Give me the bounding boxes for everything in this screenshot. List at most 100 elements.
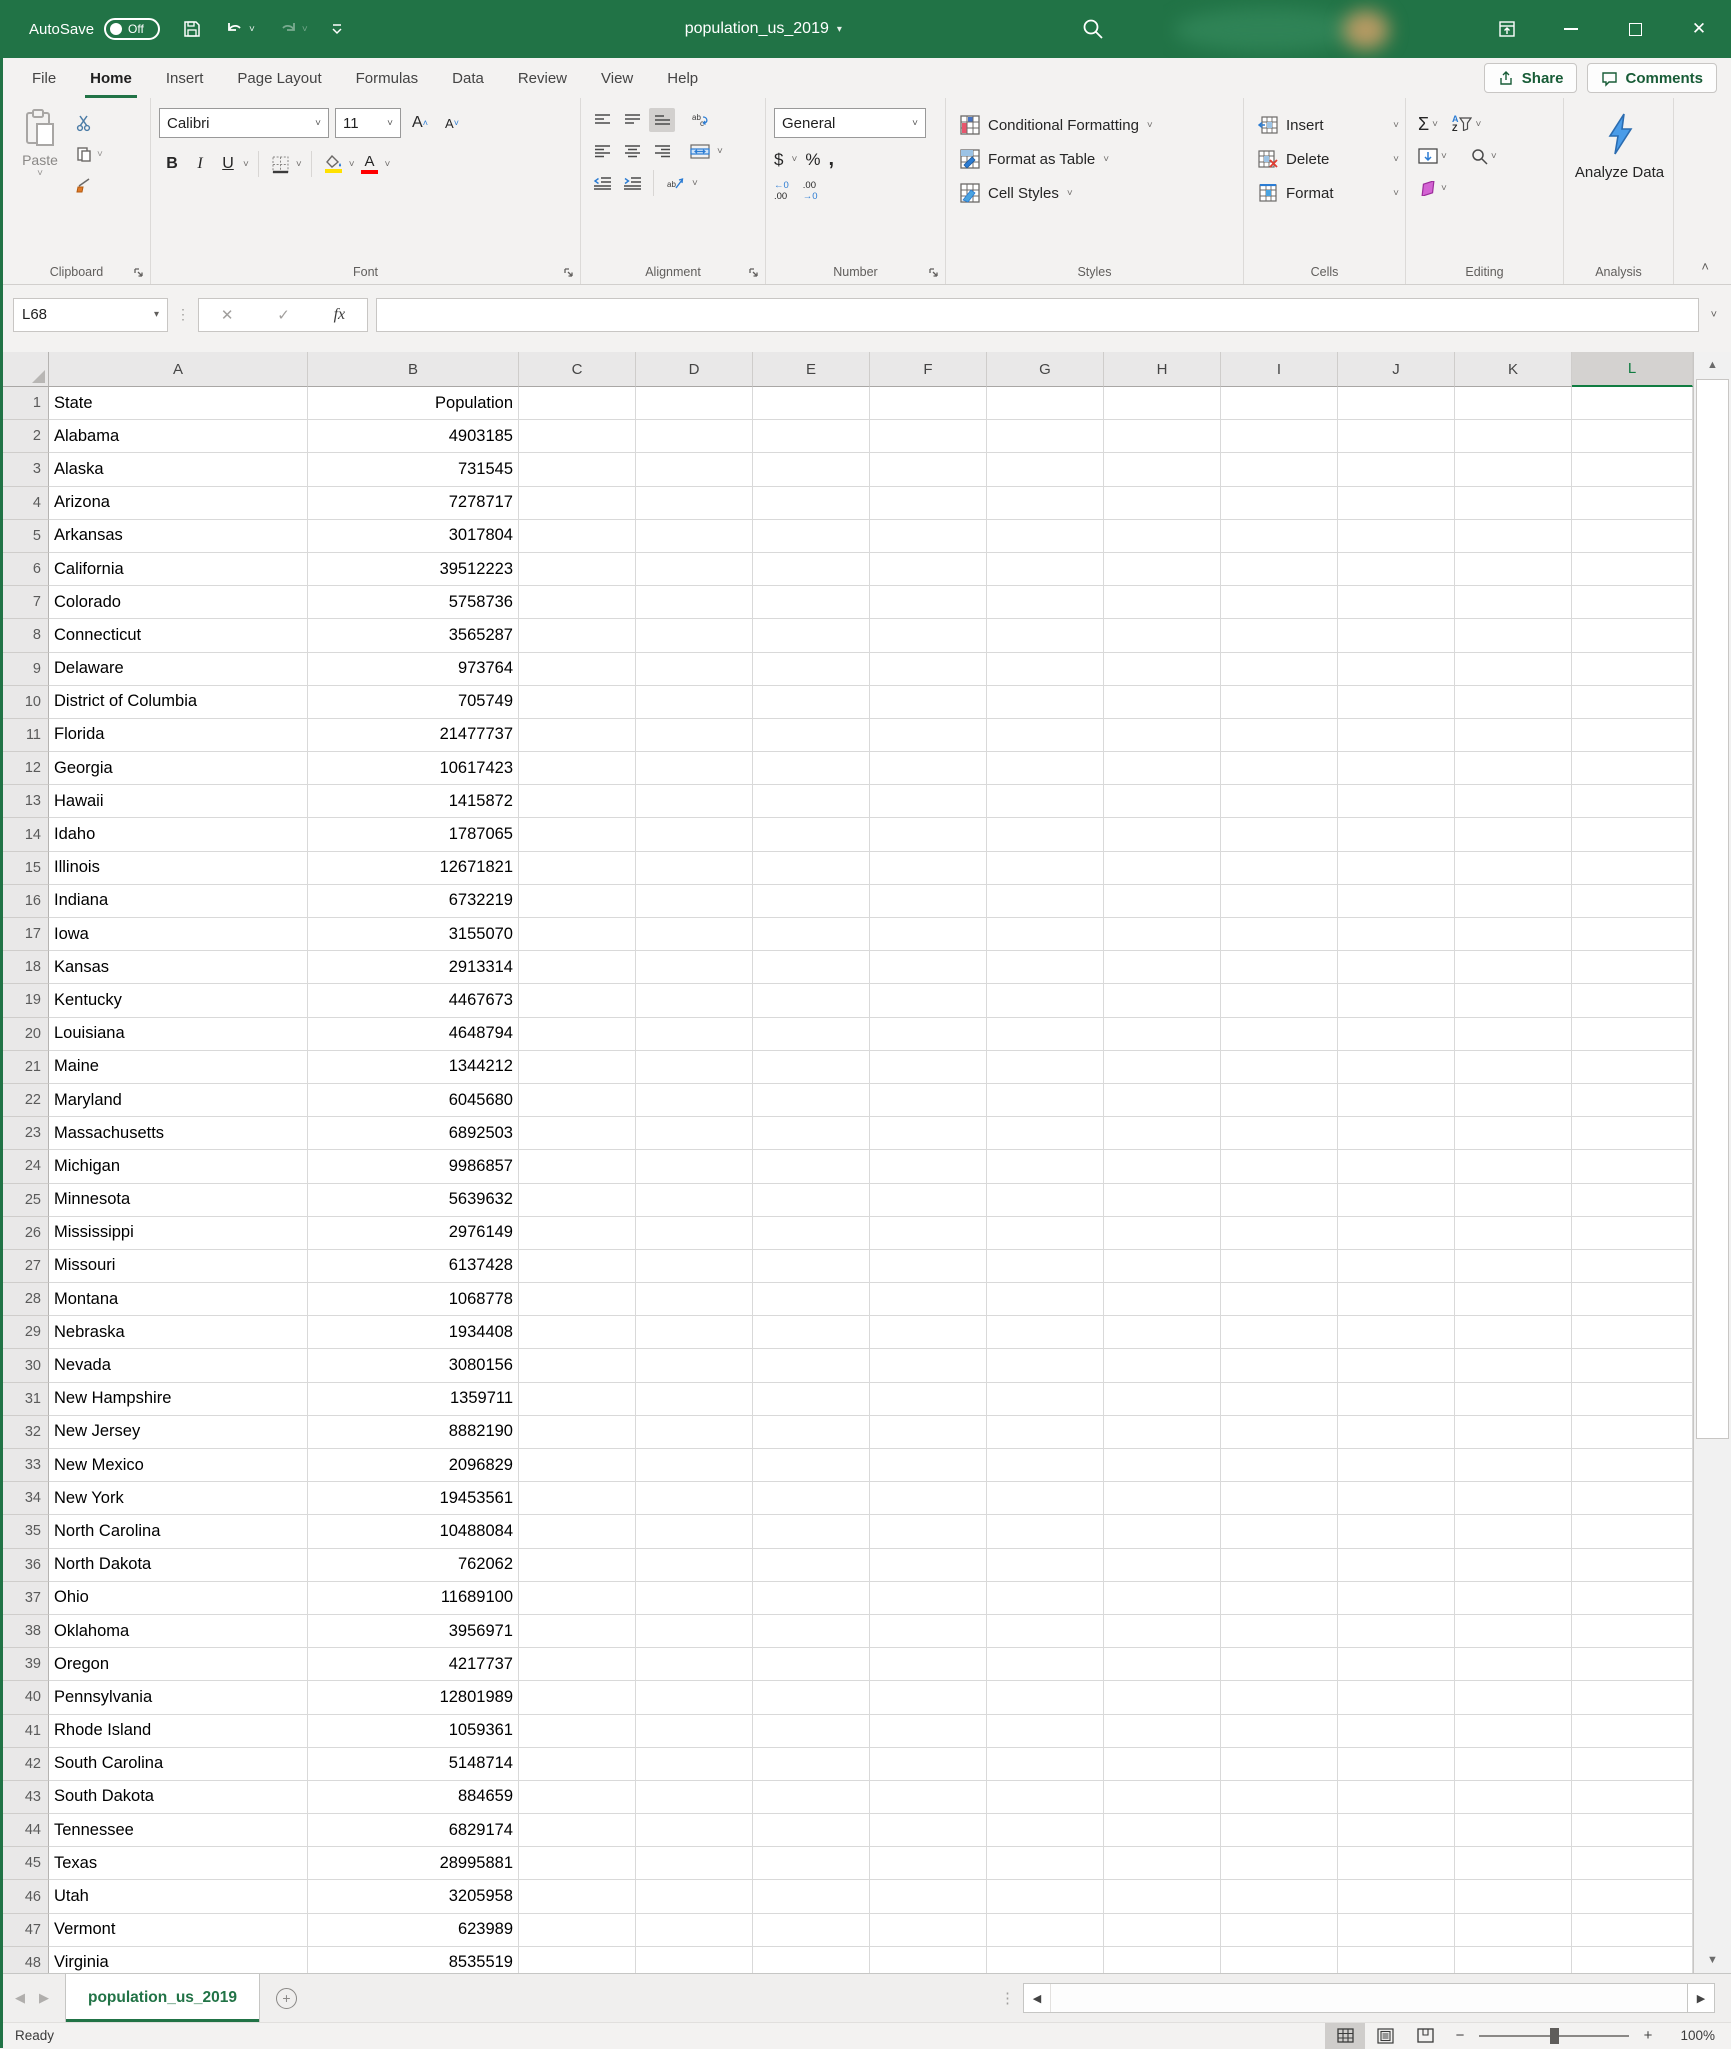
cell-l41[interactable] xyxy=(1572,1715,1693,1748)
tab-page-layout[interactable]: Page Layout xyxy=(220,58,338,98)
cell-c40[interactable] xyxy=(519,1681,636,1714)
cell-j37[interactable] xyxy=(1338,1582,1455,1615)
fill-color-button[interactable] xyxy=(321,150,347,178)
cell-c16[interactable] xyxy=(519,885,636,918)
cell-b35[interactable]: 10488084 xyxy=(308,1515,519,1548)
cell-l31[interactable] xyxy=(1572,1383,1693,1416)
cell-l43[interactable] xyxy=(1572,1781,1693,1814)
cell-k40[interactable] xyxy=(1455,1681,1572,1714)
page-break-preview-button[interactable] xyxy=(1405,2023,1445,2049)
cell-l2[interactable] xyxy=(1572,420,1693,453)
font-color-dropdown-icon[interactable]: ˅ xyxy=(385,159,391,170)
paste-dropdown-icon[interactable]: ˅ xyxy=(37,168,43,179)
cell-l16[interactable] xyxy=(1572,885,1693,918)
cell-l48[interactable] xyxy=(1572,1947,1693,1973)
cell-f33[interactable] xyxy=(870,1449,987,1482)
row-number-8[interactable]: 8 xyxy=(3,619,49,652)
cell-k27[interactable] xyxy=(1455,1250,1572,1283)
search-button[interactable] xyxy=(1081,17,1105,41)
formula-input[interactable] xyxy=(376,298,1699,332)
cell-l3[interactable] xyxy=(1572,453,1693,486)
cell-h2[interactable] xyxy=(1104,420,1221,453)
cell-f18[interactable] xyxy=(870,951,987,984)
row-number-16[interactable]: 16 xyxy=(3,885,49,918)
cell-e33[interactable] xyxy=(753,1449,870,1482)
cell-e44[interactable] xyxy=(753,1814,870,1847)
column-header-g[interactable]: G xyxy=(987,352,1104,387)
cell-j31[interactable] xyxy=(1338,1383,1455,1416)
cell-f43[interactable] xyxy=(870,1781,987,1814)
column-header-h[interactable]: H xyxy=(1104,352,1221,387)
cell-k38[interactable] xyxy=(1455,1615,1572,1648)
cell-d39[interactable] xyxy=(636,1648,753,1681)
cell-c11[interactable] xyxy=(519,719,636,752)
cell-g32[interactable] xyxy=(987,1416,1104,1449)
cell-f47[interactable] xyxy=(870,1914,987,1947)
cell-i37[interactable] xyxy=(1221,1582,1338,1615)
cell-h46[interactable] xyxy=(1104,1880,1221,1913)
cell-b1[interactable]: Population xyxy=(308,387,519,420)
borders-button[interactable] xyxy=(268,150,294,178)
cell-j14[interactable] xyxy=(1338,818,1455,851)
cell-d43[interactable] xyxy=(636,1781,753,1814)
cell-h44[interactable] xyxy=(1104,1814,1221,1847)
wrap-text-button[interactable]: abc xyxy=(687,108,713,132)
cell-e19[interactable] xyxy=(753,984,870,1017)
cell-a9[interactable]: Delaware xyxy=(49,653,308,686)
cell-h47[interactable] xyxy=(1104,1914,1221,1947)
row-number-13[interactable]: 13 xyxy=(3,785,49,818)
cell-d46[interactable] xyxy=(636,1880,753,1913)
cell-i31[interactable] xyxy=(1221,1383,1338,1416)
row-number-47[interactable]: 47 xyxy=(3,1914,49,1947)
cell-c43[interactable] xyxy=(519,1781,636,1814)
cell-b46[interactable]: 3205958 xyxy=(308,1880,519,1913)
column-header-i[interactable]: I xyxy=(1221,352,1338,387)
row-number-17[interactable]: 17 xyxy=(3,918,49,951)
previous-sheet-icon[interactable]: ◀ xyxy=(15,1990,25,2006)
cell-d23[interactable] xyxy=(636,1117,753,1150)
copy-dropdown-icon[interactable]: ˅ xyxy=(97,149,103,160)
cell-f10[interactable] xyxy=(870,686,987,719)
row-number-15[interactable]: 15 xyxy=(3,852,49,885)
cell-l29[interactable] xyxy=(1572,1316,1693,1349)
cell-j39[interactable] xyxy=(1338,1648,1455,1681)
cell-d18[interactable] xyxy=(636,951,753,984)
cell-e35[interactable] xyxy=(753,1515,870,1548)
cell-d36[interactable] xyxy=(636,1549,753,1582)
decrease-decimal-button[interactable]: .00 →0 xyxy=(803,181,818,203)
cell-e22[interactable] xyxy=(753,1084,870,1117)
cell-j34[interactable] xyxy=(1338,1482,1455,1515)
insert-cells-button[interactable]: Insert ˅ xyxy=(1258,108,1399,142)
cell-d34[interactable] xyxy=(636,1482,753,1515)
cell-e43[interactable] xyxy=(753,1781,870,1814)
bottom-align-button[interactable] xyxy=(649,108,675,132)
row-number-35[interactable]: 35 xyxy=(3,1515,49,1548)
cell-c20[interactable] xyxy=(519,1018,636,1051)
cell-h16[interactable] xyxy=(1104,885,1221,918)
cell-l46[interactable] xyxy=(1572,1880,1693,1913)
cell-g18[interactable] xyxy=(987,951,1104,984)
cell-f20[interactable] xyxy=(870,1018,987,1051)
row-number-7[interactable]: 7 xyxy=(3,586,49,619)
cell-f7[interactable] xyxy=(870,586,987,619)
cell-f24[interactable] xyxy=(870,1150,987,1183)
cell-k1[interactable] xyxy=(1455,387,1572,420)
cell-h11[interactable] xyxy=(1104,719,1221,752)
cell-a12[interactable]: Georgia xyxy=(49,752,308,785)
cell-i27[interactable] xyxy=(1221,1250,1338,1283)
cell-h35[interactable] xyxy=(1104,1515,1221,1548)
cell-l11[interactable] xyxy=(1572,719,1693,752)
cell-a4[interactable]: Arizona xyxy=(49,487,308,520)
cell-b2[interactable]: 4903185 xyxy=(308,420,519,453)
cell-a8[interactable]: Connecticut xyxy=(49,619,308,652)
cell-c27[interactable] xyxy=(519,1250,636,1283)
cell-b10[interactable]: 705749 xyxy=(308,686,519,719)
cell-j26[interactable] xyxy=(1338,1217,1455,1250)
cell-d38[interactable] xyxy=(636,1615,753,1648)
row-number-24[interactable]: 24 xyxy=(3,1150,49,1183)
cell-l17[interactable] xyxy=(1572,918,1693,951)
cell-i20[interactable] xyxy=(1221,1018,1338,1051)
autosave-switch[interactable]: Off xyxy=(104,18,160,40)
cell-d4[interactable] xyxy=(636,487,753,520)
cell-j19[interactable] xyxy=(1338,984,1455,1017)
